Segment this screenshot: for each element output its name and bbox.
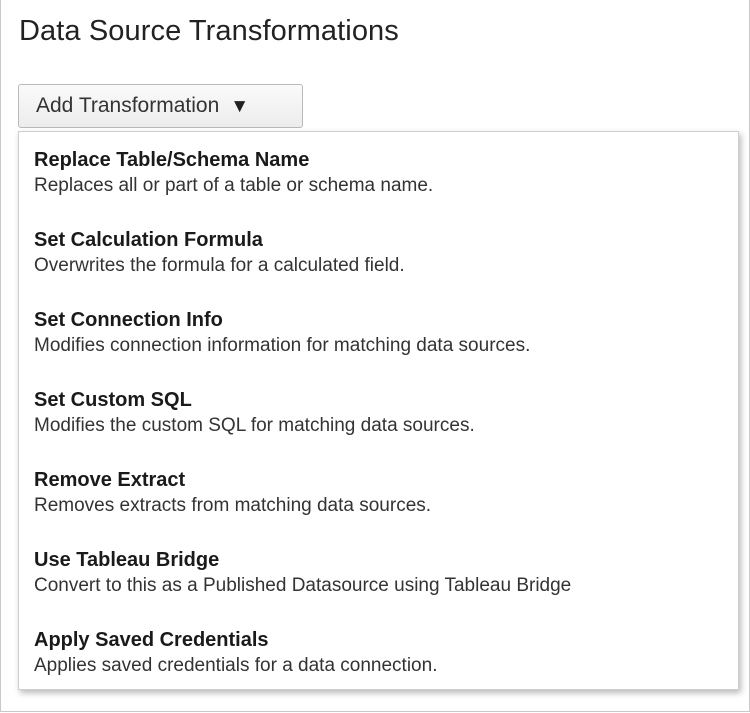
add-transformation-label: Add Transformation [36,94,220,117]
menu-item-description: Applies saved credentials for a data con… [34,655,438,676]
menu-item-set-connection-info[interactable]: Set Connection Info Modifies connection … [34,307,734,359]
menu-item-name: Apply Saved Credentials [34,629,269,651]
menu-item-name: Replace Table/Schema Name [34,149,310,171]
menu-item-replace-table-schema-name[interactable]: Replace Table/Schema Name Replaces all o… [34,147,734,199]
transformation-menu: Replace Table/Schema Name Replaces all o… [18,131,739,690]
menu-item-name: Set Connection Info [34,309,223,331]
menu-item-description: Replaces all or part of a table or schem… [34,175,434,196]
page-title: Data Source Transformations [19,15,399,47]
add-transformation-button[interactable]: Add Transformation ▼ [18,84,303,128]
menu-item-name: Use Tableau Bridge [34,549,220,571]
menu-item-description: Modifies connection information for matc… [34,335,531,356]
menu-item-description: Modifies the custom SQL for matching dat… [34,415,475,436]
menu-item-name: Set Calculation Formula [34,229,263,251]
caret-down-icon: ▼ [230,95,250,117]
menu-item-set-custom-sql[interactable]: Set Custom SQL Modifies the custom SQL f… [34,387,734,439]
menu-item-use-tableau-bridge[interactable]: Use Tableau Bridge Convert to this as a … [34,547,734,599]
menu-item-description: Removes extracts from matching data sour… [34,495,432,516]
menu-item-description: Convert to this as a Published Datasourc… [34,575,572,596]
menu-item-name: Set Custom SQL [34,389,192,411]
menu-item-apply-saved-credentials[interactable]: Apply Saved Credentials Applies saved cr… [34,627,734,679]
menu-item-name: Remove Extract [34,469,186,491]
menu-item-description: Overwrites the formula for a calculated … [34,255,405,276]
menu-item-remove-extract[interactable]: Remove Extract Removes extracts from mat… [34,467,734,519]
menu-item-set-calculation-formula[interactable]: Set Calculation Formula Overwrites the f… [34,227,734,279]
